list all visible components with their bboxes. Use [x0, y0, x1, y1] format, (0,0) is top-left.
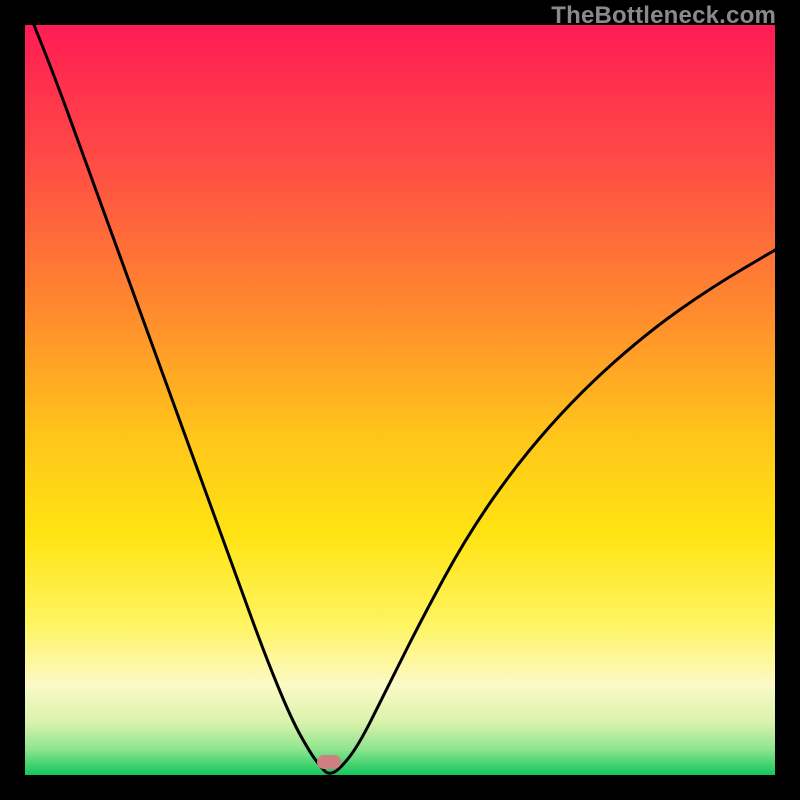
optimal-marker	[317, 755, 341, 769]
watermark-text: TheBottleneck.com	[551, 2, 776, 30]
chart-frame: TheBottleneck.com	[0, 0, 800, 800]
bottleneck-curve	[25, 25, 775, 775]
plot-area	[25, 25, 775, 775]
